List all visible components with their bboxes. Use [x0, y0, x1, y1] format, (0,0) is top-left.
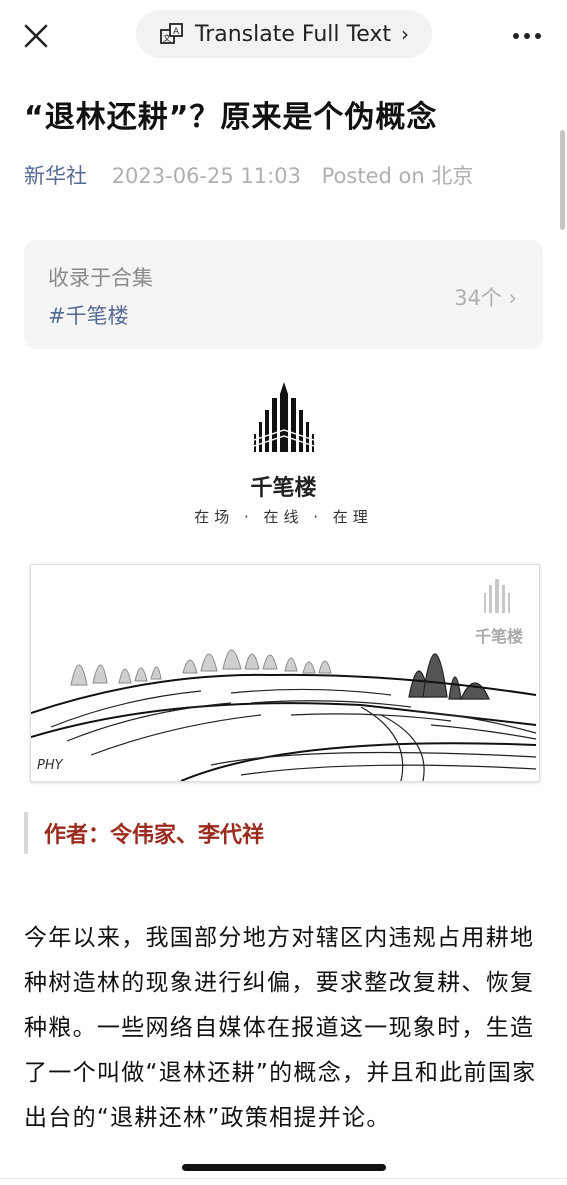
collection-card[interactable]: 收录于合集 #千笔楼 34个 ›: [24, 240, 543, 349]
logo-slogan: 在场 · 在线 · 在理: [194, 508, 373, 526]
top-bar: A 文 Translate Full Text ›: [0, 0, 567, 70]
home-indicator[interactable]: [182, 1164, 386, 1171]
more-icon[interactable]: [513, 24, 549, 44]
divider: [0, 1178, 567, 1179]
logo-name: 千笔楼: [250, 476, 317, 501]
collection-label: 收录于合集: [48, 266, 153, 290]
qianbilou-logo-block: 千笔楼 在场 · 在线 · 在理: [0, 380, 567, 530]
article-source-link[interactable]: 新华社: [24, 164, 87, 188]
chevron-right-icon: ›: [401, 22, 409, 46]
scrollbar[interactable]: [560, 130, 565, 230]
translate-full-text-button[interactable]: A 文 Translate Full Text ›: [136, 10, 432, 58]
svg-text:A: A: [173, 27, 180, 37]
close-icon[interactable]: [18, 18, 54, 54]
article-location: Posted on 北京: [321, 164, 474, 188]
building-logo-icon: [253, 382, 315, 452]
article-paragraph: 今年以来，我国部分地方对辖区内违规占用耕地种树造林的现象进行纠偏，要求整改复耕、…: [24, 925, 537, 1131]
article-title: “退林还耕”？原来是个伪概念: [24, 100, 438, 135]
author-quote: 作者：令伟家、李代祥: [24, 812, 264, 854]
translate-icon: A 文: [160, 23, 183, 44]
article-datetime: 2023-06-25 11:03: [111, 164, 301, 188]
article-meta: 新华社 2023-06-25 11:03 Posted on 北京: [24, 160, 473, 190]
author-line: 作者：令伟家、李代祥: [44, 823, 265, 848]
artist-signature: PHY: [37, 758, 63, 773]
illustration-watermark: 千笔楼: [474, 627, 523, 646]
collection-count: 34个 ›: [454, 286, 517, 310]
farmland-illustration: 千笔楼 PHY: [30, 564, 540, 782]
farmland-drawing: [31, 579, 537, 781]
collection-tag-link[interactable]: #千笔楼: [48, 300, 129, 330]
svg-text:文: 文: [163, 33, 171, 43]
translate-label: Translate Full Text: [195, 21, 391, 47]
